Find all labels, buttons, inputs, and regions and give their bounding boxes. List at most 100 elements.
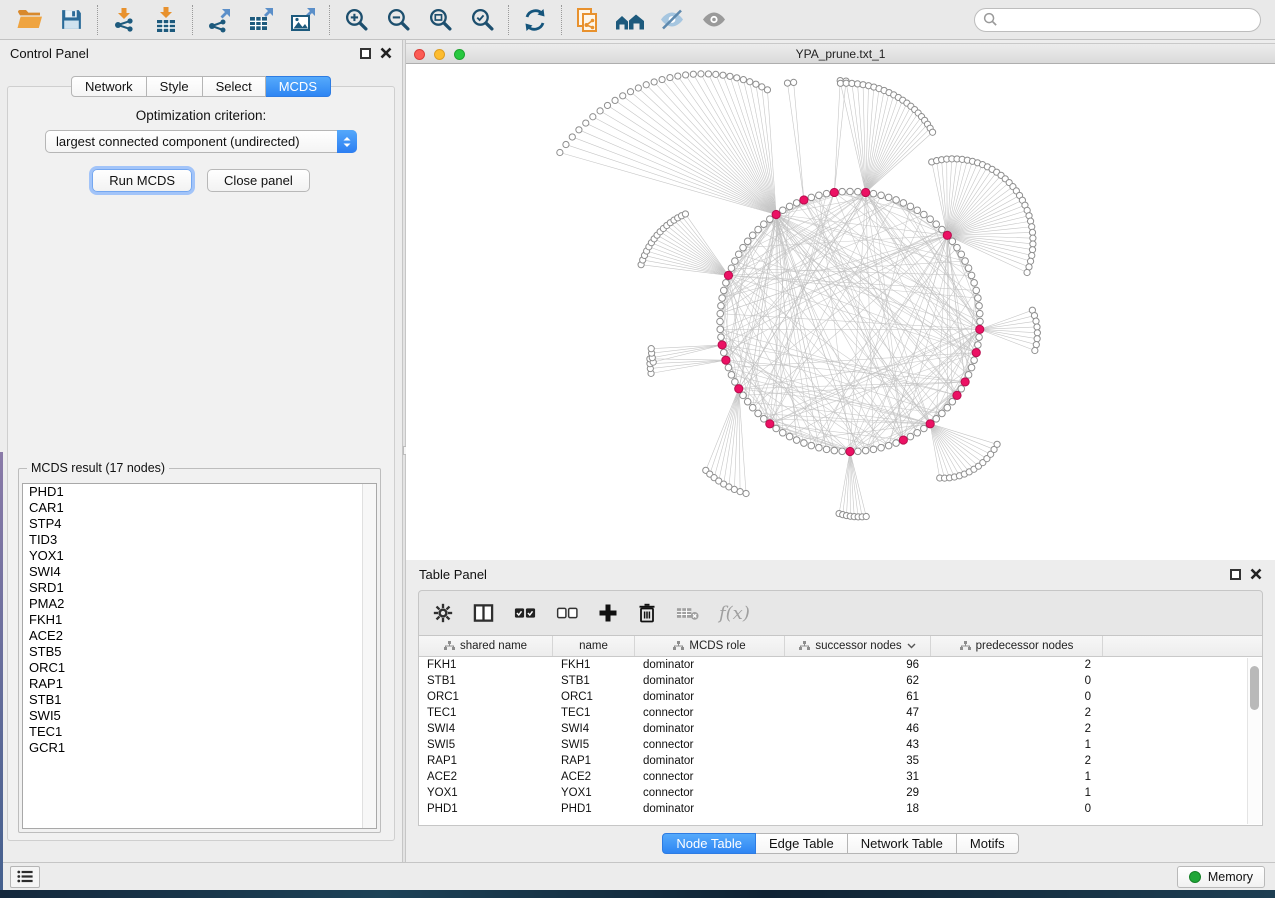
plus-icon <box>598 603 618 623</box>
search-box[interactable] <box>974 8 1261 32</box>
export-image-button[interactable] <box>282 3 324 37</box>
tab-mcds[interactable]: MCDS <box>266 76 331 97</box>
column-header-name[interactable]: name <box>553 636 635 656</box>
network-graph[interactable] <box>406 64 1275 560</box>
list-item[interactable]: RAP1 <box>23 676 376 692</box>
delete-column-button[interactable] <box>638 603 656 623</box>
export-network-button[interactable] <box>198 3 240 37</box>
list-item[interactable]: ORC1 <box>23 660 376 676</box>
zoom-fit-button[interactable] <box>419 3 461 37</box>
table-options-button[interactable] <box>433 603 453 623</box>
list-item[interactable]: FKH1 <box>23 612 376 628</box>
network-view-window: YPA_prune.txt_1 <box>406 43 1275 560</box>
function-builder-icon[interactable]: f(x) <box>719 603 750 624</box>
list-item[interactable]: STB1 <box>23 692 376 708</box>
zoom-selected-button[interactable] <box>461 3 503 37</box>
save-session-button[interactable] <box>50 3 92 37</box>
show-hidden-button[interactable] <box>693 3 735 37</box>
close-mcds-panel-button[interactable]: Close panel <box>207 169 310 192</box>
table-header-row: shared namenameMCDS rolesuccessor nodesp… <box>419 636 1262 657</box>
tab-select[interactable]: Select <box>203 76 266 97</box>
task-history-button[interactable] <box>10 866 40 888</box>
import-table-button[interactable] <box>145 3 187 37</box>
select-all-button[interactable] <box>514 606 536 620</box>
table-row[interactable]: YOX1YOX1connector291 <box>419 785 1262 801</box>
table-scrollbar[interactable] <box>1247 658 1261 824</box>
toolbar-separator <box>561 5 562 35</box>
list-item[interactable]: PMA2 <box>23 596 376 612</box>
column-header-shared-name[interactable]: shared name <box>419 636 553 656</box>
column-header-MCDS-role[interactable]: MCDS role <box>635 636 785 656</box>
checked-boxes-icon <box>514 606 536 620</box>
float-table-panel-icon[interactable] <box>1230 569 1241 580</box>
cell-shared-name: SWI5 <box>419 739 553 751</box>
list-item[interactable]: STB5 <box>23 644 376 660</box>
cell-successor-nodes: 18 <box>785 803 931 815</box>
close-panel-icon[interactable] <box>380 47 392 59</box>
toolbar-separator <box>508 5 509 35</box>
list-item[interactable]: YOX1 <box>23 548 376 564</box>
run-mcds-button[interactable]: Run MCDS <box>92 169 192 192</box>
memory-label: Memory <box>1208 870 1253 884</box>
list-item[interactable]: CAR1 <box>23 500 376 516</box>
cell-name: PHD1 <box>553 803 635 815</box>
duplicate-network-button[interactable] <box>567 3 609 37</box>
gear-icon <box>433 603 453 623</box>
delete-table-button[interactable] <box>676 605 699 621</box>
window-maximize-button[interactable] <box>454 49 465 60</box>
cell-successor-nodes: 47 <box>785 707 931 719</box>
cell-successor-nodes: 29 <box>785 787 931 799</box>
cell-successor-nodes: 35 <box>785 755 931 767</box>
close-table-panel-icon[interactable] <box>1250 568 1262 580</box>
cell-name: ACE2 <box>553 771 635 783</box>
tab-motifs[interactable]: Motifs <box>957 833 1019 854</box>
show-all-networks-button[interactable] <box>609 3 651 37</box>
list-item[interactable]: TEC1 <box>23 724 376 740</box>
memory-button[interactable]: Memory <box>1177 866 1265 888</box>
tab-network-table[interactable]: Network Table <box>848 833 957 854</box>
deselect-all-button[interactable] <box>556 606 578 620</box>
list-scrollbar[interactable] <box>362 484 376 828</box>
add-column-button[interactable] <box>598 603 618 623</box>
zoom-out-button[interactable] <box>377 3 419 37</box>
hide-selected-button[interactable] <box>651 3 693 37</box>
table-row[interactable]: STB1STB1dominator620 <box>419 673 1262 689</box>
float-panel-icon[interactable] <box>360 48 371 59</box>
apply-layout-button[interactable] <box>514 3 556 37</box>
column-header-successor-nodes[interactable]: successor nodes <box>785 636 931 656</box>
window-minimize-button[interactable] <box>434 49 445 60</box>
tab-style[interactable]: Style <box>147 76 203 97</box>
cell-MCDS-role: connector <box>635 787 785 799</box>
list-item[interactable]: ACE2 <box>23 628 376 644</box>
table-row[interactable]: PHD1PHD1dominator180 <box>419 801 1262 817</box>
table-row[interactable]: ACE2ACE2connector311 <box>419 769 1262 785</box>
table-row[interactable]: SWI4SWI4dominator462 <box>419 721 1262 737</box>
list-item[interactable]: SRD1 <box>23 580 376 596</box>
scrollbar-thumb[interactable] <box>1250 666 1259 710</box>
table-row[interactable]: RAP1RAP1dominator352 <box>419 753 1262 769</box>
column-panel-button[interactable] <box>473 603 494 623</box>
table-row[interactable]: FKH1FKH1dominator962 <box>419 657 1262 673</box>
tab-edge-table[interactable]: Edge Table <box>756 833 848 854</box>
tab-network[interactable]: Network <box>71 76 147 97</box>
table-row[interactable]: ORC1ORC1dominator610 <box>419 689 1262 705</box>
table-row[interactable]: TEC1TEC1connector472 <box>419 705 1262 721</box>
list-item[interactable]: PHD1 <box>23 484 376 500</box>
list-item[interactable]: STP4 <box>23 516 376 532</box>
network-canvas[interactable] <box>406 64 1275 560</box>
control-panel-tabs: NetworkStyleSelectMCDS <box>0 76 402 97</box>
table-row[interactable]: SWI5SWI5connector431 <box>419 737 1262 753</box>
export-table-button[interactable] <box>240 3 282 37</box>
column-header-predecessor-nodes[interactable]: predecessor nodes <box>931 636 1103 656</box>
search-input[interactable] <box>1003 12 1252 27</box>
list-item[interactable]: SWI5 <box>23 708 376 724</box>
open-file-button[interactable] <box>8 3 50 37</box>
criterion-select[interactable]: largest connected component (undirected) <box>45 130 357 153</box>
tab-node-table[interactable]: Node Table <box>662 833 756 854</box>
list-item[interactable]: GCR1 <box>23 740 376 756</box>
import-network-button[interactable] <box>103 3 145 37</box>
list-item[interactable]: SWI4 <box>23 564 376 580</box>
window-close-button[interactable] <box>414 49 425 60</box>
list-item[interactable]: TID3 <box>23 532 376 548</box>
zoom-in-button[interactable] <box>335 3 377 37</box>
